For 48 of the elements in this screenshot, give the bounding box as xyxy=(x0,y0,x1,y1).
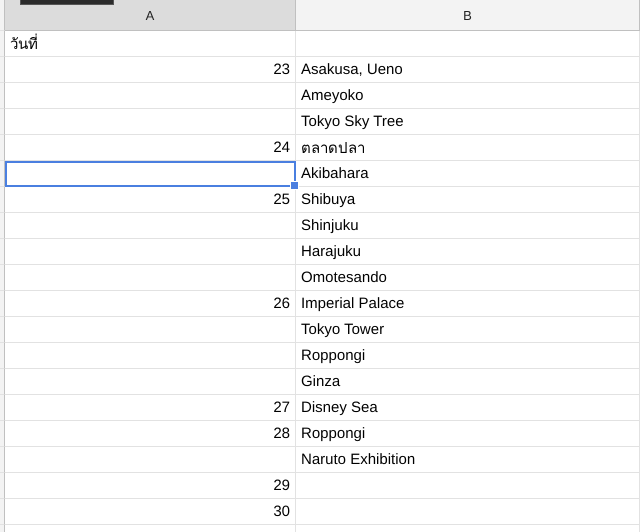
corner-header xyxy=(0,0,5,31)
table-cell: 23 xyxy=(5,57,296,83)
row-header[interactable] xyxy=(0,83,5,109)
table-cell: 25 xyxy=(5,187,296,213)
row-header[interactable] xyxy=(0,213,5,239)
row-header[interactable] xyxy=(0,343,5,369)
table-cell: 30 xyxy=(5,499,296,525)
table-cell: Shibuya xyxy=(296,187,640,213)
table-cell: Roppongi xyxy=(296,343,640,369)
table-cell: 24 xyxy=(5,135,296,161)
table-cell: 27 xyxy=(5,395,296,421)
table-cell: Imperial Palace xyxy=(296,291,640,317)
fill-handle[interactable] xyxy=(290,181,299,190)
row-header[interactable] xyxy=(0,421,5,447)
row-header[interactable] xyxy=(0,499,5,525)
row-header[interactable] xyxy=(0,239,5,265)
table-cell: Shinjuku xyxy=(296,213,640,239)
row-header[interactable] xyxy=(0,291,5,317)
row-header[interactable] xyxy=(0,447,5,473)
table-cell: 28 xyxy=(5,421,296,447)
row-header[interactable] xyxy=(0,265,5,291)
table-cell: Omotesando xyxy=(296,265,640,291)
table-cell: Disney Sea xyxy=(296,395,640,421)
table-cell: Akibahara xyxy=(296,161,640,187)
row-header[interactable] xyxy=(0,187,5,213)
table-cell: Asakusa, Ueno xyxy=(296,57,640,83)
table-cell: Naruto Exhibition xyxy=(296,447,640,473)
table-cell: Tokyo Sky Tree xyxy=(296,109,640,135)
row-header[interactable] xyxy=(0,161,5,187)
table-cell: Ameyoko xyxy=(296,83,640,109)
table-cell: Roppongi xyxy=(296,421,640,447)
row-header[interactable] xyxy=(0,31,5,57)
table-cell: Harajuku xyxy=(296,239,640,265)
table-cell: Tokyo Tower xyxy=(296,317,640,343)
table-cell: 26 xyxy=(5,291,296,317)
row-header[interactable] xyxy=(0,369,5,395)
table-cell: 29 xyxy=(5,473,296,499)
row-header[interactable] xyxy=(0,317,5,343)
row-header[interactable] xyxy=(0,395,5,421)
table-cell: วันที่ xyxy=(5,31,296,57)
row-header[interactable] xyxy=(0,473,5,499)
column-header[interactable]: B xyxy=(296,0,640,31)
row-header[interactable] xyxy=(0,57,5,83)
row-header[interactable] xyxy=(0,109,5,135)
column-header[interactable]: A xyxy=(5,0,296,31)
table-cell: Ginza xyxy=(296,369,640,395)
row-header[interactable] xyxy=(0,135,5,161)
table-cell: ตลาดปลา xyxy=(296,135,640,161)
